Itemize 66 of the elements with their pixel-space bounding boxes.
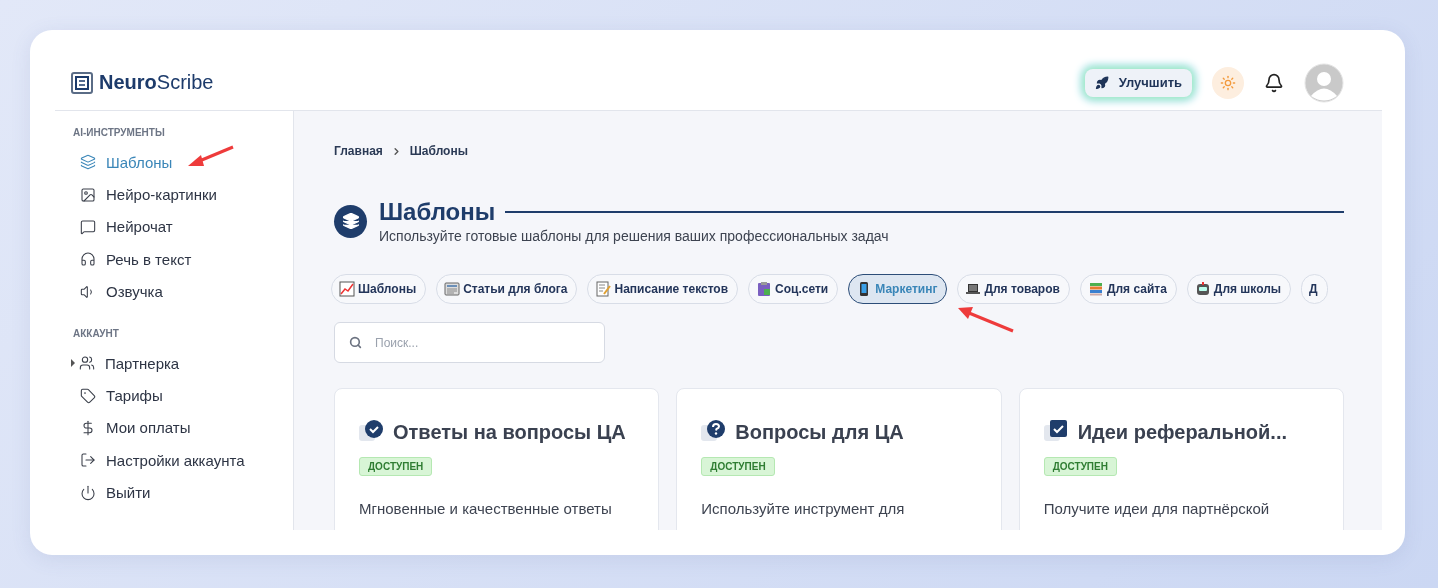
category-chip[interactable]: Написание текстов [587,274,739,304]
memo-icon [595,281,612,297]
users-icon [79,355,95,372]
card-description: Получите идеи для партнёрской [1043,500,1271,517]
search-icon [349,336,362,349]
search-field[interactable]: Поиск... [334,322,605,363]
power-icon [80,484,96,501]
sidebar-item[interactable]: Выйти [80,484,151,502]
card-title: Идеи реферальной... [1077,420,1287,444]
section-title: АККАУНТ [73,327,119,339]
sidebar-item[interactable]: Нейрочат [80,218,173,236]
status-badge: ДОСТУПЕН [701,457,775,476]
sidebar-item[interactable]: Озвучка [80,283,163,301]
theme-toggle[interactable] [1212,66,1244,99]
card-description: Используйте инструмент для [701,500,906,517]
notifications-button[interactable] [1264,72,1284,93]
status-badge: ДОСТУПЕН [1043,457,1117,476]
card-description: Мгновенные и качественные ответы [359,500,613,517]
sidebar-item[interactable]: Шаблоны [80,153,173,171]
headphones-icon [80,251,96,268]
chat-icon [80,218,96,235]
breadcrumb-link[interactable]: Главная [334,144,383,158]
layers-icon [80,154,96,171]
caret-icon[interactable] [70,359,76,368]
robot-icon [1194,281,1211,297]
logo-icon [71,71,93,94]
section-title: AI-ИНСТРУМЕНТЫ [73,127,165,138]
status-badge: ДОСТУПЕН [359,457,433,476]
page-title: Шаблоны [379,198,496,226]
category-chip[interactable]: Шаблоны [331,274,427,304]
logo-text[interactable]: NeuroScribe [99,71,214,94]
tag-icon [80,387,96,404]
category-chip[interactable]: Для школы [1186,274,1292,304]
category-chip[interactable]: Соц.сети [748,274,839,304]
card-title: Ответы на вопросы ЦА [393,420,626,444]
breadcrumb-link[interactable]: Шаблоны [409,144,468,158]
rocket-icon [1094,75,1109,90]
dollar-icon [80,419,96,436]
category-chip[interactable]: Для сайта [1079,274,1177,304]
sidebar-item[interactable]: Настройки аккаунта [80,451,245,469]
clipboard-icon [756,281,773,297]
card-title: Вопросы для ЦА [735,420,904,444]
template-card[interactable]: Идеи реферальной... ДОСТУПЕН Получите идеи для партнёрской [1018,388,1344,530]
chart-icon [339,281,355,297]
template-card[interactable]: Вопросы для ЦА ДОСТУПЕН Используйте инструмент для [676,388,1002,530]
annotation-arrow [187,145,235,169]
sidebar-item[interactable]: Партнерка [79,354,180,372]
category-chip[interactable]: Д [1301,274,1328,304]
upgrade-button[interactable]: Улучшить [1084,68,1192,97]
sidebar-item[interactable]: Тарифы [80,387,163,405]
category-chip[interactable]: Статьи для блога [436,274,578,304]
template-card[interactable]: Ответы на вопросы ЦА ДОСТУПЕН Мгновенные и качественные ответы [334,388,660,530]
annotation-arrow [957,305,1015,333]
newspaper-icon [444,281,461,297]
sidebar-item[interactable]: Мои оплаты [80,419,191,437]
sidebar-item[interactable]: Нейро-картинки [80,186,217,204]
layers-icon [334,204,367,238]
sidebar-item[interactable]: Речь в текст [80,250,192,268]
sun-icon [1220,74,1236,91]
image-icon [80,186,96,203]
books-icon [1087,281,1104,297]
bell-icon [1264,72,1284,93]
page-subtitle: Используйте готовые шаблоны для решения ваших профессиональных задач [379,228,890,244]
category-chip[interactable]: Для товаров [957,274,1070,304]
laptop-icon [965,281,982,297]
logout-icon [80,452,96,469]
